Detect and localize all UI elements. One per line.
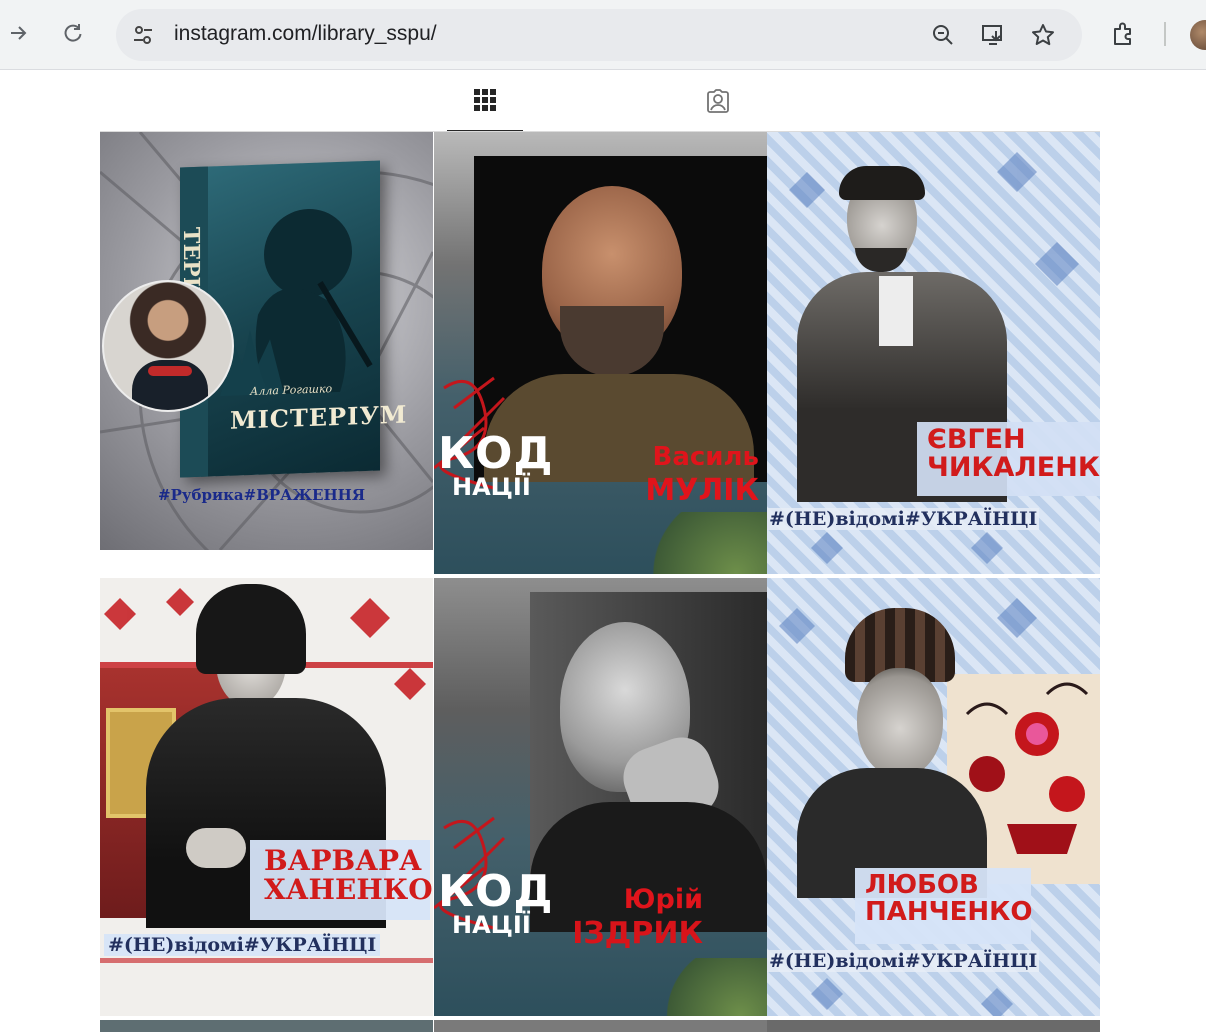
first-name: ЄВГЕН [927, 424, 1026, 455]
person-name: Василь МУЛІК [645, 442, 759, 509]
post-4-hashtag: #(НЕ)відомі#УКРАЇНЦІ [104, 934, 381, 956]
profile-avatar[interactable] [1190, 20, 1206, 50]
post-1[interactable]: ТЕРІУМ Алла Рогашко МІСТЕРІУМ #Рубрика#В… [100, 132, 433, 550]
post-4[interactable]: ВАРВАРА ХАНЕНКО #(НЕ)відомі#УКРАЇНЦІ [100, 578, 433, 1016]
reload-icon[interactable] [56, 16, 90, 50]
post-7[interactable] [100, 1020, 433, 1032]
portrait-photo [530, 592, 767, 932]
person-name-card: ЛЮБОВ ПАНЧЕНКО [855, 868, 1033, 944]
person-name-card: ЄВГЕН ЧИКАЛЕНКО [917, 422, 1100, 496]
site-info-icon[interactable] [130, 22, 156, 48]
tab-posts[interactable] [447, 70, 523, 132]
browser-toolbar: instagram.com/library_sspu/ [0, 0, 1206, 70]
kod-logo-line1: КОД [438, 428, 554, 479]
first-name: ВАРВАРА [264, 844, 422, 877]
person-name: Юрій ІЗДРИК [572, 884, 703, 952]
post-3[interactable]: ЄВГЕН ЧИКАЛЕНКО #(НЕ)відомі#УКРАЇНЦІ [767, 132, 1100, 574]
post-8[interactable] [434, 1020, 767, 1032]
tab-tagged[interactable] [680, 70, 756, 132]
kod-natsii-logo: КОД НАЦІЇ [438, 866, 554, 939]
last-name: ЧИКАЛЕНКО [927, 452, 1100, 484]
post-9[interactable] [767, 1020, 1100, 1032]
person-name-card: ВАРВАРА ХАНЕНКО [250, 840, 433, 920]
install-app-icon[interactable] [980, 22, 1006, 48]
first-name: Василь [652, 442, 759, 472]
reviewer-portrait [102, 280, 234, 412]
toolbar-divider [1164, 22, 1166, 46]
post-5[interactable]: КОД НАЦІЇ Юрій ІЗДРИК [434, 578, 767, 1016]
first-name: ЛЮБОВ [865, 870, 979, 900]
post-6[interactable]: ЛЮБОВ ПАНЧЕНКО #(НЕ)відомі#УКРАЇНЦІ [767, 578, 1100, 1016]
last-name: МУЛІК [645, 473, 759, 509]
post-3-hashtag: #(НЕ)відомі#УКРАЇНЦІ [767, 508, 1040, 530]
bookmark-star-icon[interactable] [1030, 22, 1056, 48]
portrait-photo [797, 598, 987, 898]
last-name: ХАНЕНКО [264, 873, 433, 907]
grid-icon [474, 89, 496, 111]
profile-tabs [100, 70, 1100, 132]
kod-natsii-logo: КОД НАЦІЇ [438, 428, 554, 501]
post-2[interactable]: КОД НАЦІЇ Василь МУЛІК [434, 132, 767, 574]
tagged-person-icon [707, 89, 729, 113]
post-grid: ТЕРІУМ Алла Рогашко МІСТЕРІУМ #Рубрика#В… [100, 132, 1100, 1032]
kod-logo-line1: КОД [438, 866, 554, 917]
post-1-hashtag: #Рубрика#ВРАЖЕННЯ [158, 486, 366, 504]
url-text: instagram.com/library_sspu/ [174, 22, 437, 45]
forward-arrow-icon[interactable] [2, 16, 36, 50]
last-name: ІЗДРИК [572, 916, 703, 952]
last-name: ПАНЧЕНКО [865, 897, 1033, 928]
post-6-hashtag: #(НЕ)відомі#УКРАЇНЦІ [767, 950, 1040, 972]
extensions-icon[interactable] [1110, 20, 1138, 48]
address-bar[interactable]: instagram.com/library_sspu/ [116, 9, 1082, 61]
first-name: Юрій [623, 884, 703, 915]
zoom-icon[interactable] [930, 22, 956, 48]
book-title: МІСТЕРІУМ [230, 399, 408, 435]
